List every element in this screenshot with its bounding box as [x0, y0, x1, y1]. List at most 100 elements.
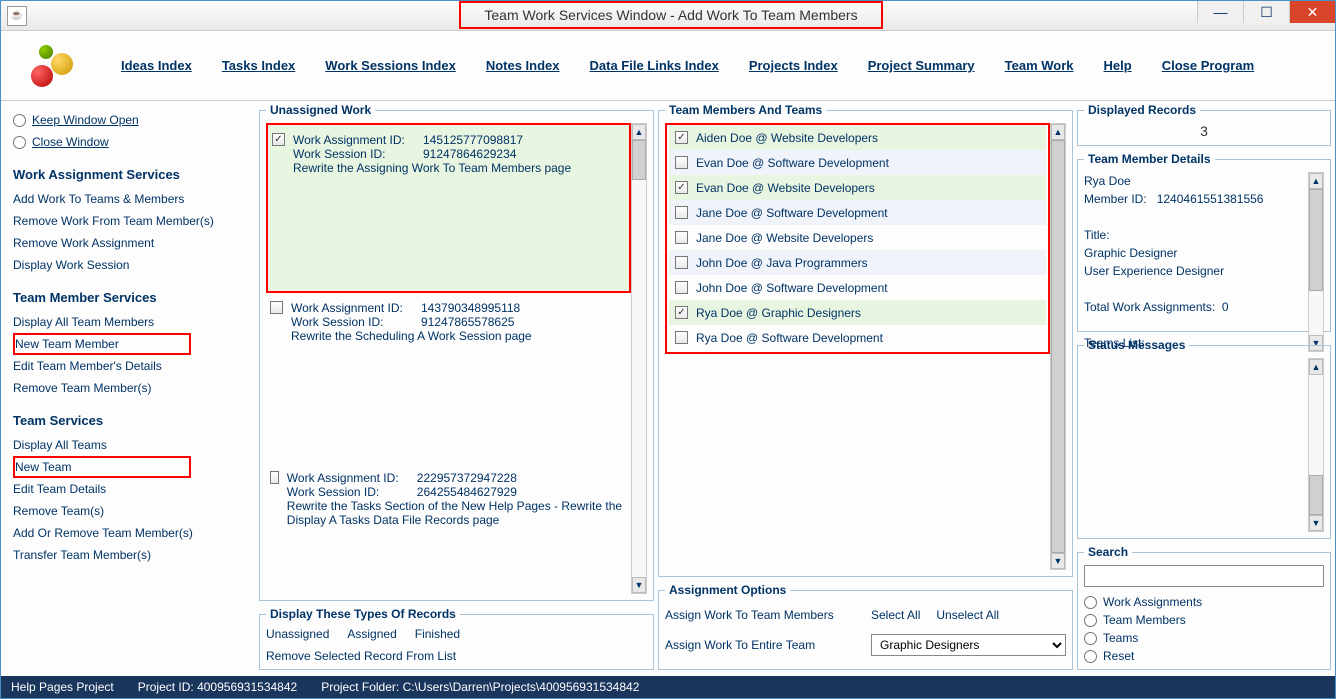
work-session-id-label: Work Session ID: [287, 485, 417, 499]
assign-to-entire-team-link[interactable]: Assign Work To Entire Team [665, 638, 855, 652]
work-item-checkbox[interactable] [270, 301, 283, 314]
team-member-checkbox[interactable] [675, 231, 688, 244]
team-services-header: Team Services [13, 413, 247, 428]
menu-help[interactable]: Help [1104, 58, 1132, 73]
remove-teams-link[interactable]: Remove Team(s) [13, 500, 247, 522]
display-all-team-members-link[interactable]: Display All Team Members [13, 311, 247, 333]
unselect-all-link[interactable]: Unselect All [936, 608, 999, 622]
team-member-details-legend: Team Member Details [1084, 152, 1215, 166]
work-item-checkbox[interactable]: ✓ [272, 133, 285, 146]
team-member-row[interactable]: Jane Doe @ Website Developers [669, 225, 1046, 250]
team-select-dropdown[interactable]: Graphic Designers [871, 634, 1066, 656]
edit-team-member-details-link[interactable]: Edit Team Member's Details [13, 355, 247, 377]
team-member-checkbox[interactable]: ✓ [675, 306, 688, 319]
search-teams-radio[interactable]: Teams [1084, 631, 1324, 645]
select-all-link[interactable]: Select All [871, 608, 920, 622]
remove-work-assignment-link[interactable]: Remove Work Assignment [13, 232, 247, 254]
unassigned-scrollbar[interactable]: ▲ ▼ [631, 123, 647, 594]
display-all-teams-link[interactable]: Display All Teams [13, 434, 247, 456]
filter-finished[interactable]: Finished [415, 627, 460, 641]
team-member-checkbox[interactable] [675, 206, 688, 219]
displayed-records-legend: Displayed Records [1084, 103, 1200, 117]
team-member-row[interactable]: John Doe @ Java Programmers [669, 250, 1046, 275]
search-work-assignments-radio[interactable]: Work Assignments [1084, 595, 1324, 609]
minimize-button[interactable]: — [1197, 1, 1243, 23]
scroll-thumb[interactable] [1051, 140, 1065, 553]
filter-unassigned[interactable]: Unassigned [266, 627, 329, 641]
remove-team-members-link[interactable]: Remove Team Member(s) [13, 377, 247, 399]
scroll-thumb[interactable] [1309, 475, 1323, 515]
team-member-details-panel: Team Member Details Rya Doe Member ID: 1… [1077, 152, 1331, 332]
add-or-remove-team-members-link[interactable]: Add Or Remove Team Member(s) [13, 522, 247, 544]
new-team-link[interactable]: New Team [13, 456, 191, 478]
remove-work-from-members-link[interactable]: Remove Work From Team Member(s) [13, 210, 247, 232]
team-member-row[interactable]: Evan Doe @ Software Development [669, 150, 1046, 175]
team-member-row[interactable]: ✓Evan Doe @ Website Developers [669, 175, 1046, 200]
add-work-to-teams-link[interactable]: Add Work To Teams & Members [13, 188, 247, 210]
work-session-id-value: 264255484627929 [417, 485, 517, 499]
team-member-checkbox[interactable]: ✓ [675, 131, 688, 144]
edit-team-details-link[interactable]: Edit Team Details [13, 478, 247, 500]
display-types-legend: Display These Types Of Records [266, 607, 460, 621]
menu-close-program[interactable]: Close Program [1162, 58, 1254, 73]
scroll-up-button[interactable]: ▲ [632, 124, 646, 140]
java-icon: ☕ [7, 6, 27, 26]
scroll-down-button[interactable]: ▼ [1051, 553, 1065, 569]
menu-tasks-index[interactable]: Tasks Index [222, 58, 295, 73]
filter-assigned[interactable]: Assigned [347, 627, 396, 641]
team-member-checkbox[interactable] [675, 281, 688, 294]
scroll-thumb[interactable] [632, 140, 646, 180]
status-messages-body [1084, 358, 1308, 532]
search-legend: Search [1084, 545, 1132, 559]
scroll-down-button[interactable]: ▼ [1309, 515, 1323, 531]
new-team-member-link[interactable]: New Team Member [13, 333, 191, 355]
team-member-row[interactable]: Jane Doe @ Software Development [669, 200, 1046, 225]
assign-to-members-link[interactable]: Assign Work To Team Members [665, 608, 855, 622]
scroll-up-button[interactable]: ▲ [1309, 173, 1323, 189]
team-member-row[interactable]: John Doe @ Software Development [669, 275, 1046, 300]
team-member-row[interactable]: ✓Rya Doe @ Graphic Designers [669, 300, 1046, 325]
team-member-checkbox[interactable]: ✓ [675, 181, 688, 194]
work-item[interactable]: Work Assignment ID:222957372947228Work S… [266, 463, 631, 594]
team-member-row[interactable]: Rya Doe @ Software Development [669, 325, 1046, 350]
close-window-radio[interactable]: Close Window [13, 131, 247, 153]
keep-window-open-radio[interactable]: Keep Window Open [13, 109, 247, 131]
display-work-session-link[interactable]: Display Work Session [13, 254, 247, 276]
menu-team-work[interactable]: Team Work [1005, 58, 1074, 73]
team-member-checkbox[interactable] [675, 256, 688, 269]
work-item-checkbox[interactable] [270, 471, 279, 484]
menu-data-file-links-index[interactable]: Data File Links Index [590, 58, 719, 73]
work-assignment-id-value: 145125777098817 [423, 133, 523, 147]
scroll-thumb[interactable] [1309, 189, 1323, 291]
search-input[interactable] [1084, 565, 1324, 587]
work-item[interactable]: Work Assignment ID:143790348995118Work S… [266, 293, 631, 463]
scroll-up-button[interactable]: ▲ [1309, 359, 1323, 375]
detail-twa-value: 0 [1222, 300, 1229, 314]
maximize-button[interactable]: ☐ [1243, 1, 1289, 23]
menu-ideas-index[interactable]: Ideas Index [121, 58, 192, 73]
status-project-name: Help Pages Project [11, 680, 114, 694]
status-scrollbar[interactable]: ▲ ▼ [1308, 358, 1324, 532]
close-button[interactable]: ✕ [1289, 1, 1335, 23]
menu-project-summary[interactable]: Project Summary [868, 58, 975, 73]
menu-notes-index[interactable]: Notes Index [486, 58, 560, 73]
team-member-row[interactable]: ✓Aiden Doe @ Website Developers [669, 125, 1046, 150]
search-reset-radio[interactable]: Reset [1084, 649, 1324, 663]
status-project-folder: Project Folder: C:\Users\Darren\Projects… [321, 680, 639, 694]
team-member-checkbox[interactable] [675, 156, 688, 169]
remove-selected-record-link[interactable]: Remove Selected Record From List [266, 649, 647, 663]
detail-member-id: 1240461551381556 [1157, 192, 1264, 206]
search-team-members-radio[interactable]: Team Members [1084, 613, 1324, 627]
work-item[interactable]: ✓Work Assignment ID:145125777098817Work … [266, 123, 631, 293]
status-project-id: Project ID: 400956931534842 [138, 680, 297, 694]
transfer-team-members-link[interactable]: Transfer Team Member(s) [13, 544, 247, 566]
details-scrollbar[interactable]: ▲ ▼ [1308, 172, 1324, 352]
team-scrollbar[interactable]: ▲ ▼ [1050, 123, 1066, 570]
team-member-checkbox[interactable] [675, 331, 688, 344]
menu-projects-index[interactable]: Projects Index [749, 58, 838, 73]
menu-work-sessions-index[interactable]: Work Sessions Index [325, 58, 456, 73]
scroll-up-button[interactable]: ▲ [1051, 124, 1065, 140]
scroll-down-button[interactable]: ▼ [632, 577, 646, 593]
detail-title-2: User Experience Designer [1084, 262, 1308, 280]
team-members-list: ✓Aiden Doe @ Website DevelopersEvan Doe … [669, 125, 1046, 350]
